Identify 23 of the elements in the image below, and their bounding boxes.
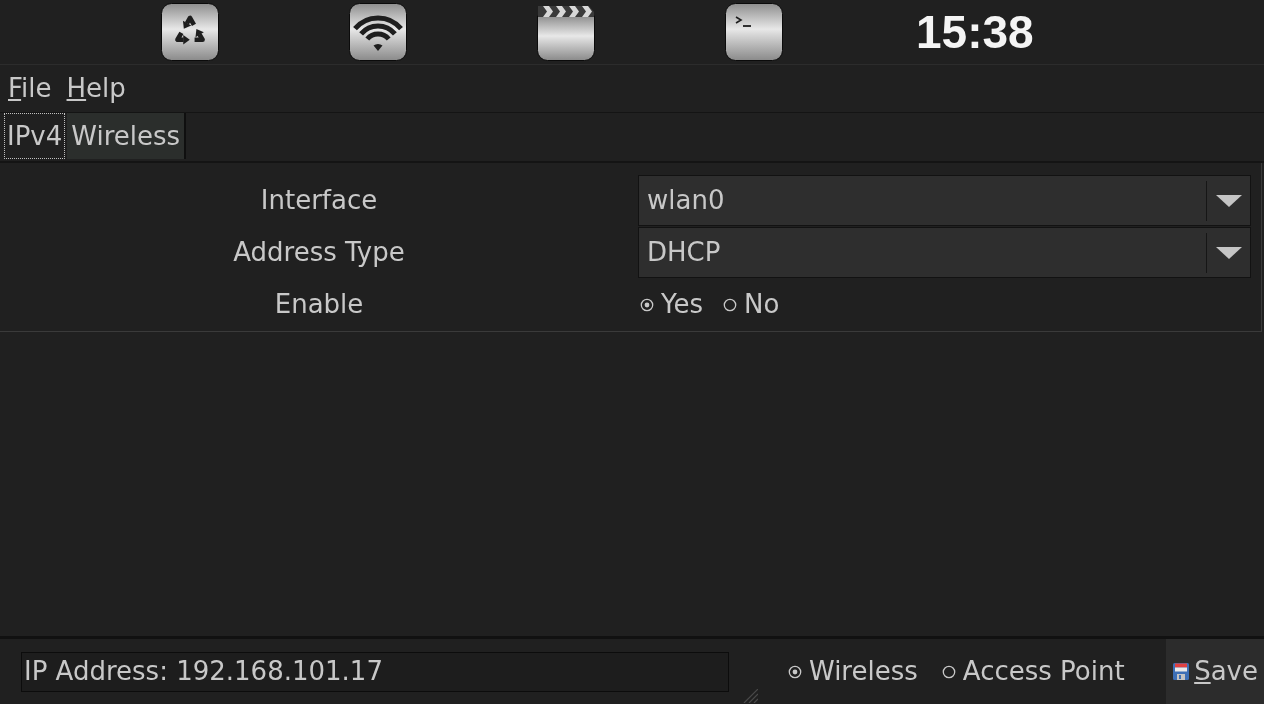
radio-option[interactable]: Yes <box>640 289 703 321</box>
recycle-icon[interactable] <box>161 3 219 61</box>
caret-icon <box>1216 194 1242 207</box>
clock: 15:38 <box>916 9 1034 55</box>
caret-icon <box>1216 246 1242 259</box>
clapperboard-icon[interactable] <box>537 3 595 61</box>
tab[interactable]: IPv4 <box>4 113 66 159</box>
menu-item[interactable]: Help <box>65 72 127 105</box>
tab[interactable]: Wireless <box>67 113 187 159</box>
radio-option[interactable]: No <box>723 289 780 321</box>
wifi-icon[interactable] <box>349 3 407 61</box>
save-button[interactable]: Save <box>1166 639 1264 704</box>
radio-option[interactable]: Access Point <box>941 655 1125 688</box>
radio-option[interactable]: Wireless <box>788 655 918 688</box>
dropdown[interactable]: wlan0 <box>638 175 1251 226</box>
dropdown[interactable]: DHCP <box>638 227 1251 278</box>
field-label: Address Type <box>233 237 405 269</box>
terminal-icon[interactable] <box>725 3 783 61</box>
menu-item[interactable]: File <box>7 72 53 105</box>
ip-address-field: IP Address: 192.168.101.17 <box>21 651 729 692</box>
field-label: Enable <box>274 289 364 321</box>
resize-grip-icon[interactable] <box>742 689 758 703</box>
field-label: Interface <box>260 185 378 217</box>
